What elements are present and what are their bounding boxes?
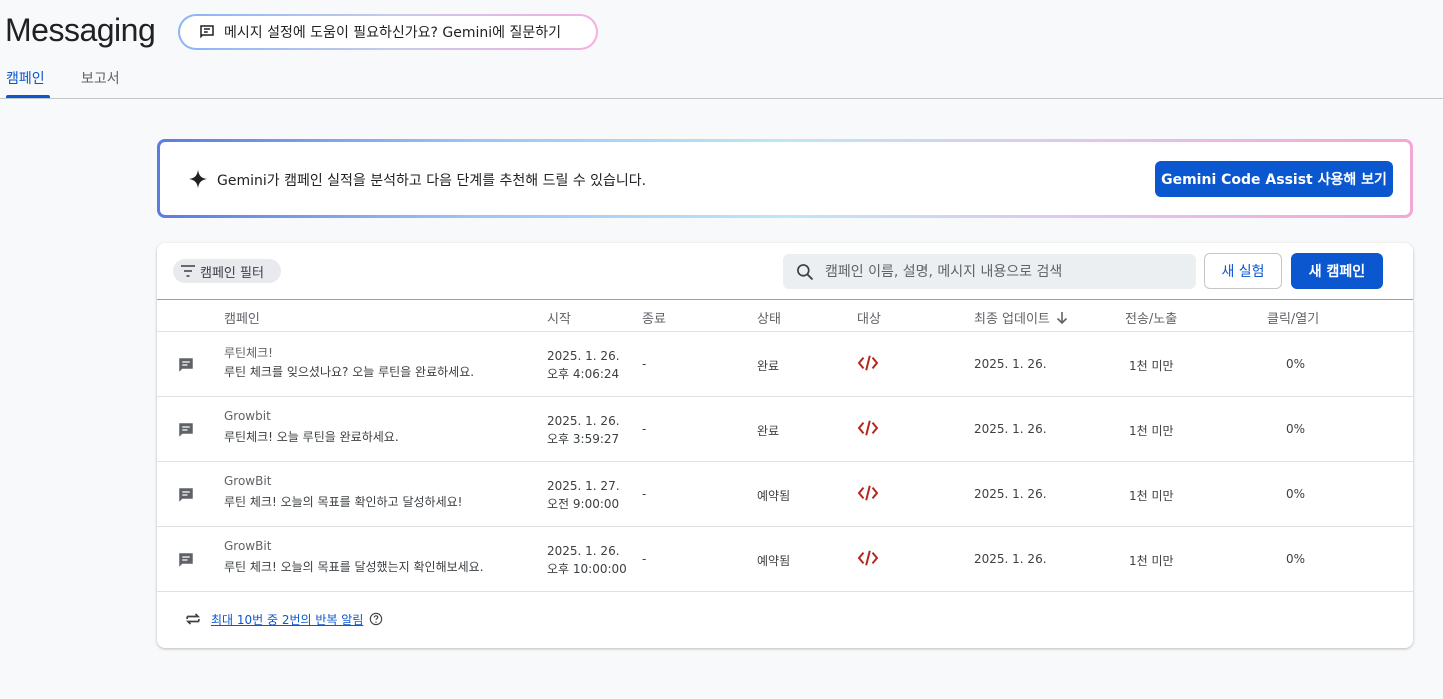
code-icon: [857, 484, 879, 506]
search-bar[interactable]: [783, 254, 1196, 289]
table-header: 캠페인 시작 종료 상태 대상 최종 업데이트 전송/노출 클릭/열기: [157, 299, 1413, 332]
col-last-updated-label: 최종 업데이트: [974, 312, 1050, 327]
table-row[interactable]: 루틴체크! 루틴 체크를 잊으셨나요? 오늘 루틴을 완료하세요. 2025. …: [157, 332, 1413, 397]
recurring-notification-footer: 최대 10번 중 2번의 반복 알림: [183, 609, 383, 629]
ask-gemini-label: 메시지 설정에 도움이 필요하신가요? Gemini에 질문하기: [224, 25, 562, 41]
recurring-notification-link[interactable]: 최대 10번 중 2번의 반복 알림: [211, 611, 363, 628]
clicks-value: 0%: [1286, 552, 1306, 566]
search-icon: [795, 262, 815, 282]
filter-label: 캠페인 필터: [200, 265, 264, 281]
try-gemini-code-assist-button[interactable]: Gemini Code Assist 사용해 보기: [1155, 161, 1393, 197]
clicks-value: 0%: [1286, 422, 1306, 436]
message-icon: [177, 421, 195, 443]
table-row[interactable]: GrowBit 루틴 체크! 오늘의 목표를 달성했는지 확인해보세요. 202…: [157, 527, 1413, 592]
campaign-table-card: 캠페인 필터 새 실험 새 캠페인 캠페인 시작 종료 상태 대상 최종 업데이…: [157, 243, 1413, 648]
filter-icon: [181, 265, 195, 277]
campaign-description: 루틴 체크! 오늘의 목표를 달성했는지 확인해보세요.: [224, 560, 484, 574]
last-updated-value: 2025. 1. 26.: [974, 357, 1047, 371]
code-icon: [857, 549, 879, 571]
code-icon: [857, 419, 879, 441]
start-date: 2025. 1. 26.: [547, 414, 620, 428]
message-icon: [177, 486, 195, 508]
page-title: Messaging: [5, 12, 156, 48]
table-row[interactable]: Growbit 루틴체크! 오늘 루틴을 완료하세요. 2025. 1. 26.…: [157, 397, 1413, 462]
start-date: 2025. 1. 26.: [547, 544, 620, 558]
end-value: -: [642, 552, 647, 566]
sparkle-icon: [188, 169, 208, 193]
new-campaign-button[interactable]: 새 캠페인: [1291, 253, 1383, 289]
code-icon: [857, 354, 879, 376]
clicks-value: 0%: [1286, 487, 1306, 501]
col-last-updated[interactable]: 최종 업데이트: [974, 308, 1068, 329]
campaign-description: 루틴 체크! 오늘의 목표를 확인하고 달성하세요!: [224, 495, 463, 509]
col-campaign[interactable]: 캠페인: [224, 308, 260, 327]
repeat-icon: [183, 609, 203, 629]
status-value: 예약됨: [757, 554, 791, 568]
campaign-filter-chip[interactable]: 캠페인 필터: [173, 259, 281, 283]
sends-value: 1천 미만: [1129, 554, 1174, 568]
banner-text: Gemini가 캠페인 실적을 분석하고 다음 단계를 추천해 드릴 수 있습니…: [217, 173, 647, 189]
new-experiment-button[interactable]: 새 실험: [1204, 253, 1282, 289]
last-updated-value: 2025. 1. 26.: [974, 422, 1047, 436]
status-value: 완료: [757, 424, 780, 438]
start-time: 오전 9:00:00: [547, 497, 620, 511]
start-date: 2025. 1. 27.: [547, 479, 620, 493]
col-sends[interactable]: 전송/노출: [1125, 308, 1177, 327]
ask-gemini-button[interactable]: 메시지 설정에 도움이 필요하신가요? Gemini에 질문하기: [178, 14, 598, 50]
status-value: 완료: [757, 359, 780, 373]
active-tab-indicator: [6, 95, 50, 98]
campaign-description: 루틴 체크를 잊으셨나요? 오늘 루틴을 완료하세요.: [224, 365, 475, 379]
start-date: 2025. 1. 26.: [547, 349, 620, 363]
start-time: 오후 10:00:00: [547, 562, 627, 576]
last-updated-value: 2025. 1. 26.: [974, 552, 1047, 566]
end-value: -: [642, 487, 647, 501]
campaign-description: 루틴체크! 오늘 루틴을 완료하세요.: [224, 430, 399, 444]
clicks-value: 0%: [1286, 357, 1306, 371]
tab-campaigns[interactable]: 캠페인: [6, 68, 45, 88]
col-clicks[interactable]: 클릭/열기: [1267, 308, 1319, 327]
col-end[interactable]: 종료: [642, 308, 666, 327]
start-time: 오후 3:59:27: [547, 432, 620, 446]
search-input[interactable]: [825, 263, 1185, 280]
message-icon: [177, 551, 195, 573]
end-value: -: [642, 422, 647, 436]
col-start[interactable]: 시작: [547, 308, 571, 327]
sends-value: 1천 미만: [1129, 359, 1174, 373]
status-value: 예약됨: [757, 489, 791, 503]
tab-reports[interactable]: 보고서: [81, 68, 120, 88]
start-time: 오후 4:06:24: [547, 367, 620, 381]
col-status[interactable]: 상태: [757, 308, 781, 327]
chat-spark-icon: [198, 23, 216, 41]
message-icon: [177, 356, 195, 378]
campaign-name[interactable]: GrowBit: [224, 539, 271, 553]
campaign-name[interactable]: GrowBit: [224, 474, 271, 488]
campaign-name[interactable]: 루틴체크!: [224, 344, 273, 361]
campaign-name[interactable]: Growbit: [224, 409, 271, 423]
sort-down-arrow-icon: [1056, 311, 1068, 329]
col-target[interactable]: 대상: [857, 308, 881, 327]
end-value: -: [642, 357, 647, 371]
table-row[interactable]: GrowBit 루틴 체크! 오늘의 목표를 확인하고 달성하세요! 2025.…: [157, 462, 1413, 527]
sends-value: 1천 미만: [1129, 489, 1174, 503]
gemini-banner: Gemini가 캠페인 실적을 분석하고 다음 단계를 추천해 드릴 수 있습니…: [157, 139, 1413, 218]
help-icon[interactable]: [369, 612, 383, 626]
last-updated-value: 2025. 1. 26.: [974, 487, 1047, 501]
sends-value: 1천 미만: [1129, 424, 1174, 438]
tab-bar: 캠페인 보고서: [0, 60, 1443, 99]
